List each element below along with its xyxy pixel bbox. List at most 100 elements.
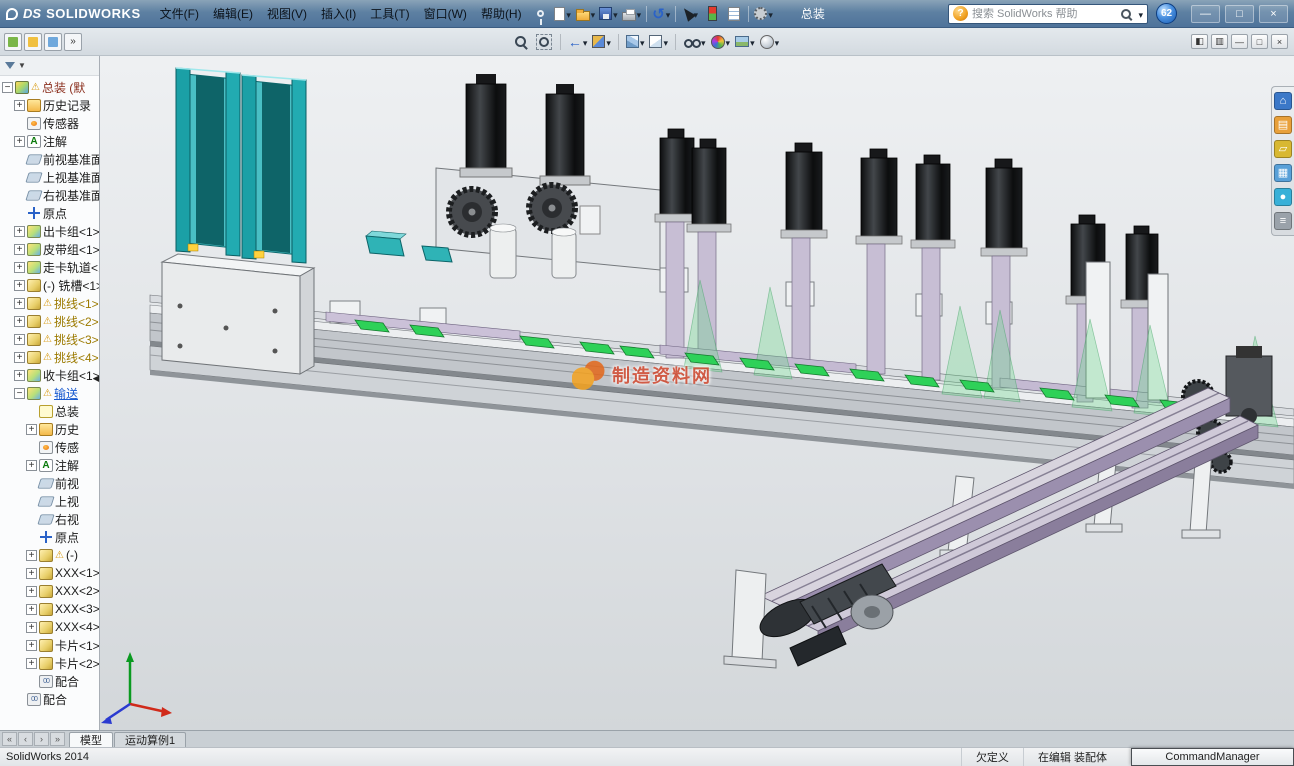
tree-item[interactable]: +注解 <box>0 456 99 474</box>
expand-toggle[interactable]: + <box>26 640 37 651</box>
expand-toggle[interactable]: + <box>14 226 25 237</box>
doc-minimize-button[interactable]: — <box>1231 34 1248 49</box>
menu-item[interactable]: 插入(I) <box>314 1 363 26</box>
display-pane-button[interactable]: ◧ <box>1191 34 1208 49</box>
minimize-button[interactable]: — <box>1191 5 1220 23</box>
tree-item[interactable]: +出卡组<1> <box>0 222 99 240</box>
document-tab[interactable]: 模型 <box>69 732 113 747</box>
tree-item[interactable]: 配合 <box>0 672 99 690</box>
expand-toggle[interactable]: + <box>26 568 37 579</box>
tree-item[interactable]: +走卡轨道<1> <box>0 258 99 276</box>
tree-item[interactable]: +挑线<3> <box>0 330 99 348</box>
tree-item[interactable]: 右视基准面 <box>0 186 99 204</box>
view-orientation-button[interactable] <box>624 31 647 53</box>
design-library-icon[interactable]: ▤ <box>1274 116 1292 134</box>
commandmanager-button[interactable]: CommandManager <box>1131 748 1294 766</box>
expand-toggle[interactable]: + <box>26 586 37 597</box>
notification-badge[interactable]: 62 <box>1156 3 1177 24</box>
rebuild-button[interactable] <box>701 3 723 25</box>
expand-toggle[interactable]: + <box>14 262 25 273</box>
feeder-base[interactable] <box>162 254 314 374</box>
save-button[interactable] <box>597 3 620 25</box>
help-icon[interactable]: ? <box>953 6 968 21</box>
maximize-button[interactable]: □ <box>1225 5 1254 23</box>
expand-toggle[interactable]: + <box>14 370 25 381</box>
tree-item[interactable]: −输送 <box>0 384 99 402</box>
previous-view-button[interactable]: ← <box>566 31 590 53</box>
tab-scroll-button[interactable]: ‹ <box>18 732 33 746</box>
expand-toggle[interactable]: + <box>14 334 25 345</box>
tree-item[interactable]: 前视基准面 <box>0 150 99 168</box>
expand-toggle[interactable]: + <box>26 550 37 561</box>
tree-item[interactable]: 原点 <box>0 204 99 222</box>
expand-toggle[interactable]: + <box>14 280 25 291</box>
tree-item[interactable]: 上视 <box>0 492 99 510</box>
expand-toggle[interactable]: + <box>26 658 37 669</box>
menu-item[interactable]: 帮助(H) <box>474 1 529 26</box>
expand-toggle[interactable]: + <box>14 316 25 327</box>
close-button[interactable]: × <box>1259 5 1288 23</box>
menu-item[interactable]: 窗口(W) <box>417 1 474 26</box>
expand-toggle[interactable]: + <box>26 622 37 633</box>
menu-item[interactable]: 工具(T) <box>363 1 416 26</box>
menu-item[interactable]: 视图(V) <box>260 1 314 26</box>
select-button[interactable] <box>679 3 701 25</box>
tab-scroll-button[interactable]: › <box>34 732 49 746</box>
tree-item[interactable]: +注解 <box>0 132 99 150</box>
undo-button[interactable]: ↺ <box>650 3 672 25</box>
options-button[interactable] <box>752 3 775 25</box>
expand-toggle[interactable]: + <box>14 298 25 309</box>
file-properties-button[interactable] <box>723 3 745 25</box>
help-search-input[interactable] <box>972 8 1115 20</box>
expand-toggle[interactable]: + <box>14 100 25 111</box>
graphics-viewport[interactable]: 制造资料网 ⌂▤▱▦●≡ <box>100 56 1294 730</box>
zoom-area-button[interactable] <box>533 31 555 53</box>
tree-item[interactable]: 配合 <box>0 690 99 708</box>
tree-item[interactable]: 传感 <box>0 438 99 456</box>
doc-restore-button[interactable]: □ <box>1251 34 1268 49</box>
expand-toggle[interactable]: − <box>2 82 13 93</box>
gantry-station[interactable] <box>366 74 660 278</box>
tree-item[interactable]: +(-) 铣槽<1> <box>0 276 99 294</box>
open-button[interactable] <box>574 3 598 25</box>
print-button[interactable] <box>620 3 644 25</box>
expand-toggle[interactable]: + <box>14 352 25 363</box>
file-explorer-icon[interactable]: ▱ <box>1274 140 1292 158</box>
tree-item[interactable]: −总装 (默 <box>0 78 99 96</box>
tree-item[interactable]: +收卡组<1> <box>0 366 99 384</box>
custom-properties-icon[interactable]: ≡ <box>1274 212 1292 230</box>
expand-toggle[interactable]: + <box>14 136 25 147</box>
tree-item[interactable]: +皮带组<1> <box>0 240 99 258</box>
expand-toggle[interactable]: + <box>14 244 25 255</box>
edit-appearance-button[interactable] <box>709 31 733 53</box>
tree-item[interactable]: +XXX<2> <box>0 582 99 600</box>
display-style-button[interactable] <box>647 31 670 53</box>
panel-flyout-arrow[interactable]: ◀ <box>93 374 99 383</box>
new-button[interactable] <box>552 3 574 25</box>
resources-icon[interactable]: ⌂ <box>1274 92 1292 110</box>
tree-item[interactable]: +历史 <box>0 420 99 438</box>
propertymanager-tab[interactable] <box>24 33 42 51</box>
expand-toggle[interactable]: + <box>26 460 37 471</box>
apply-scene-button[interactable] <box>733 31 757 53</box>
search-dropdown-arrow-icon[interactable] <box>1137 5 1143 23</box>
expand-toggle[interactable]: + <box>26 604 37 615</box>
filter-dropdown-arrow-icon[interactable]: ▼ <box>18 61 26 70</box>
tree-item[interactable]: 上视基准面 <box>0 168 99 186</box>
doc-close-button[interactable]: × <box>1271 34 1288 49</box>
tab-scroll-button[interactable]: « <box>2 732 17 746</box>
search-magnifier-icon[interactable] <box>1119 7 1133 21</box>
tree-item[interactable]: 原点 <box>0 528 99 546</box>
featuremanager-tab[interactable] <box>4 33 22 51</box>
expand-toggle[interactable]: + <box>26 424 37 435</box>
tree-item[interactable]: 总装 <box>0 402 99 420</box>
pane-split-button[interactable]: ▥ <box>1211 34 1228 49</box>
document-tab[interactable]: 运动算例1 <box>114 732 186 747</box>
tree-item[interactable]: 前视 <box>0 474 99 492</box>
tree-item[interactable]: +挑线<4> <box>0 348 99 366</box>
tree-item[interactable]: +历史记录 <box>0 96 99 114</box>
tree-item[interactable]: 传感器 <box>0 114 99 132</box>
menu-item[interactable]: 文件(F) <box>153 1 206 26</box>
panel-overflow-button[interactable]: » <box>64 33 82 51</box>
tab-scroll-button[interactable]: » <box>50 732 65 746</box>
